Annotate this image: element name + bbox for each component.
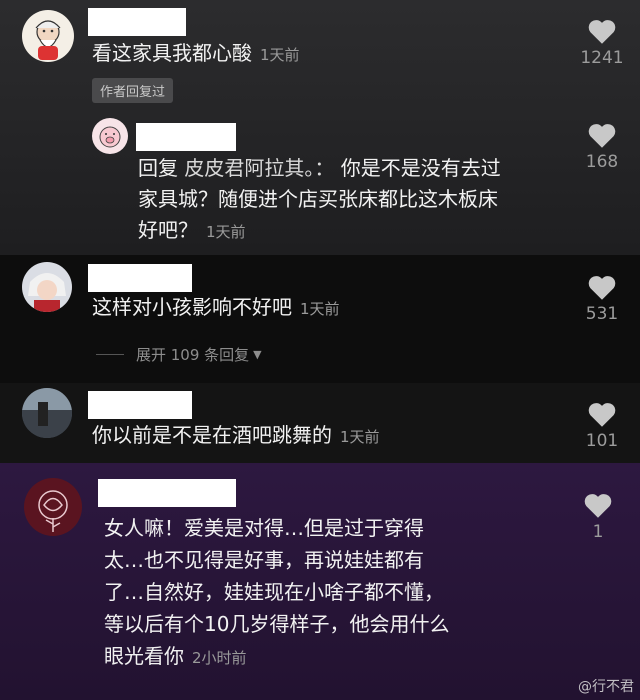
comment-text: 女人嘛！爱美是对得…但是过于穿得 太…也不见得是好事，再说娃娃都有 了…自然好，… [104, 516, 450, 668]
comment-time: 1天前 [260, 46, 300, 64]
avatar[interactable] [92, 118, 128, 154]
like-count: 168 [585, 152, 619, 172]
watermark: @行不君 [578, 679, 634, 695]
comment-text: 这样对小孩影响不好吧 1天前 [92, 295, 340, 319]
username-redacted[interactable] [88, 391, 192, 419]
heart-icon [584, 494, 612, 518]
like-count: 1 [592, 522, 604, 542]
username-redacted[interactable] [136, 123, 236, 151]
heart-icon [588, 20, 616, 44]
like-count: 531 [585, 304, 619, 324]
comment-time: 2小时前 [192, 649, 247, 667]
username-redacted[interactable] [98, 479, 236, 507]
heart-icon [588, 403, 616, 427]
like-button[interactable]: 1241 [572, 18, 632, 68]
reply-text: 回复 皮皮君阿拉其。： 你是不是没有去过 家具城？随便进个店买张床都比这木板床 … [138, 156, 501, 242]
like-count: 101 [585, 431, 619, 451]
heart-icon [588, 276, 616, 300]
like-button[interactable]: 531 [572, 274, 632, 324]
divider [96, 354, 124, 355]
like-count: 1241 [580, 48, 624, 68]
avatar[interactable] [22, 388, 72, 438]
comment-text: 看这家具我都心酸 1天前 [92, 41, 300, 65]
avatar[interactable] [24, 478, 82, 536]
heart-icon [588, 124, 616, 148]
like-button[interactable]: 1 [568, 492, 628, 542]
triangle-down-icon: ▼ [253, 348, 262, 361]
author-replied-badge: 作者回复过 [92, 78, 174, 103]
avatar[interactable] [22, 262, 72, 312]
comment-time: 1天前 [206, 223, 246, 241]
username-redacted[interactable] [88, 264, 192, 292]
like-button[interactable]: 168 [572, 122, 632, 172]
expand-replies-label: 展开 109 条回复 [136, 346, 250, 364]
comment-time: 1天前 [340, 428, 380, 446]
expand-replies-button[interactable]: 展开 109 条回复 ▼ [96, 344, 262, 365]
reply-target-user: 皮皮君阿拉其。： [184, 156, 335, 180]
comment-time: 1天前 [300, 300, 340, 318]
avatar[interactable] [22, 10, 74, 62]
like-button[interactable]: 101 [572, 401, 632, 451]
comment-text: 你以前是不是在酒吧跳舞的 1天前 [92, 423, 380, 447]
username-redacted[interactable] [88, 8, 186, 36]
